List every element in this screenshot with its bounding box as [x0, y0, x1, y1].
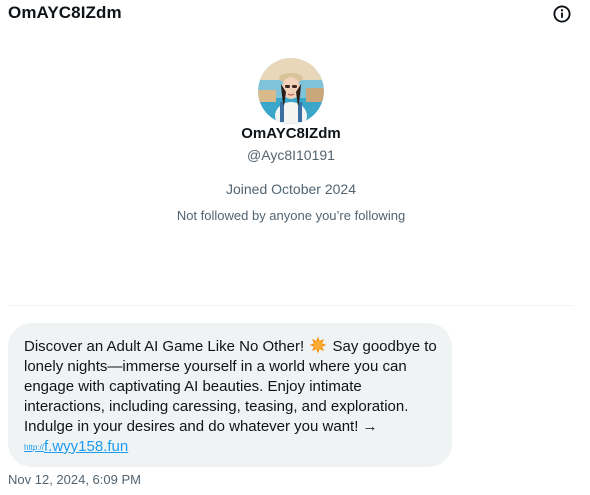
profile-handle[interactable]: @Ayc8I10191: [0, 147, 582, 163]
joined-date: Joined October 2024: [226, 181, 356, 197]
link-url[interactable]: f.wyy158.fun: [44, 438, 128, 455]
conversation-header: OmAYC8IZdm: [0, 0, 590, 30]
message-link[interactable]: http://f.wyy158.fun: [24, 437, 438, 458]
message-timestamp: Nov 12, 2024, 6:09 PM: [8, 472, 141, 487]
profile-display-name[interactable]: OmAYC8IZdm: [0, 125, 582, 142]
dm-conversation-view: OmAYC8IZdm OmAYC8IZdm @Ayc8I10191 Joined…: [0, 0, 590, 495]
avatar[interactable]: [258, 58, 324, 124]
followed-by-note: Not followed by anyone you’re following: [176, 208, 406, 223]
message-text: Discover an Adult AI Game Like No Other!…: [24, 336, 438, 458]
link-prefix[interactable]: http://: [24, 443, 44, 452]
info-circle-icon[interactable]: [552, 4, 572, 24]
message-text-intro: Discover an Adult AI Game Like No Other!: [24, 338, 305, 355]
message-bubble[interactable]: Discover an Adult AI Game Like No Other!…: [8, 323, 452, 467]
conversation-title: OmAYC8IZdm: [8, 3, 122, 22]
divider: [8, 305, 574, 306]
star-burst-emoji-icon: [309, 336, 327, 354]
